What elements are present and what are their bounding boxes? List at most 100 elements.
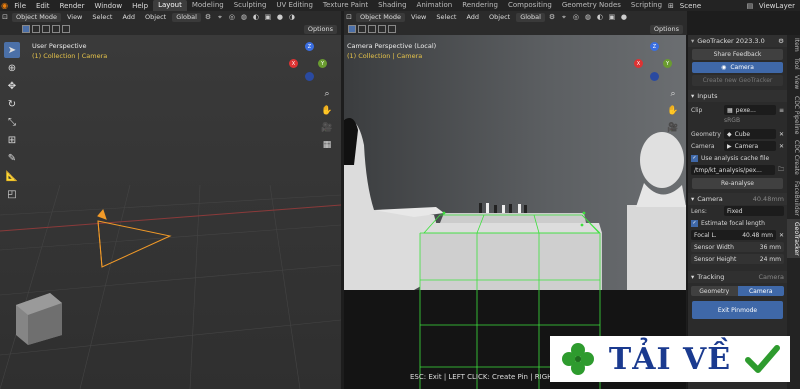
select-extend-icon[interactable] — [358, 25, 366, 33]
settings-gear-icon[interactable]: ⚙ — [778, 37, 784, 45]
tab-geometry-nodes[interactable]: Geometry Nodes — [557, 0, 626, 11]
tab-rendering[interactable]: Rendering — [457, 0, 503, 11]
clear-x-icon[interactable]: ✕ — [779, 143, 784, 150]
inputs-header[interactable]: ▾ Inputs — [688, 90, 787, 102]
visibility-icon[interactable]: ◍ — [583, 13, 593, 22]
cache-path-field[interactable]: /tmp/kt_analysis/pex... — [691, 165, 775, 175]
camera-section-header[interactable]: ▾ Camera 40.48mm — [688, 193, 787, 205]
lens-dropdown[interactable]: Fixed — [724, 206, 784, 216]
mode-dropdown[interactable]: Object Mode — [12, 12, 61, 22]
sensor-width-field[interactable]: Sensor Width 36 mm — [691, 242, 784, 252]
shading-solid-icon[interactable]: ● — [619, 13, 629, 22]
zoom-icon[interactable]: ⌕ — [666, 87, 680, 101]
mode-dropdown[interactable]: Object Mode — [356, 12, 405, 22]
menu-view[interactable]: View — [63, 13, 86, 21]
move-tool-icon[interactable]: ✥ — [4, 78, 20, 94]
axis-neg-z[interactable] — [305, 72, 314, 81]
pivot-icon[interactable]: ⚙ — [203, 13, 213, 22]
overlay-icon[interactable]: ◐ — [251, 13, 261, 22]
select-extend-icon[interactable] — [32, 25, 40, 33]
select-new-icon[interactable] — [348, 25, 356, 33]
share-feedback-button[interactable]: Share Feedback — [692, 49, 783, 60]
nav-gizmo[interactable]: Z X Y — [633, 42, 673, 82]
clip-field[interactable]: ▦ pexe... — [724, 105, 776, 115]
axis-neg-z[interactable] — [650, 72, 659, 81]
camera-view-icon[interactable]: 🎥 — [666, 121, 680, 135]
tab-texture-paint[interactable]: Texture Paint — [318, 0, 373, 11]
collapse-icon[interactable]: ▾ — [691, 37, 694, 45]
reanalyse-button[interactable]: Re-analyse — [692, 178, 783, 189]
axis-z[interactable]: Z — [650, 42, 659, 51]
clear-x-icon[interactable]: ✕ — [779, 232, 784, 239]
tab-geotracker[interactable]: GeoTracker — [787, 218, 800, 259]
transform-tool-icon[interactable]: ⊞ — [4, 132, 20, 148]
pan-hand-icon[interactable]: ✋ — [666, 104, 680, 118]
axis-y[interactable]: Y — [318, 59, 327, 68]
cache-checkbox[interactable]: ✓ — [691, 154, 698, 162]
focal-field[interactable]: Focal L. 40.48 mm — [691, 230, 776, 240]
tab-compositing[interactable]: Compositing — [503, 0, 557, 11]
orientation-dropdown[interactable]: Global — [516, 12, 545, 22]
sensor-height-field[interactable]: Sensor Height 24 mm — [691, 254, 784, 264]
menu-view[interactable]: View — [407, 13, 430, 21]
snap-icon[interactable]: ⌖ — [559, 13, 569, 22]
proportional-icon[interactable]: ◎ — [227, 13, 237, 22]
list-icon[interactable]: ≡ — [779, 107, 784, 114]
pivot-icon[interactable]: ⚙ — [547, 13, 557, 22]
xray-icon[interactable]: ▣ — [607, 13, 617, 22]
menu-add[interactable]: Add — [118, 13, 139, 21]
tab-facebuilder[interactable]: FaceBuilder — [787, 178, 800, 219]
eye-icon[interactable]: ◉ — [721, 64, 726, 71]
pan-hand-icon[interactable]: ✋ — [320, 104, 334, 118]
zoom-icon[interactable]: ⌕ — [320, 87, 334, 101]
grid-view-icon[interactable]: ▦ — [320, 138, 334, 152]
clear-x-icon[interactable]: ✕ — [779, 131, 784, 138]
scene-icon[interactable]: ⊞ — [667, 1, 675, 10]
track-camera-button[interactable]: Camera — [737, 286, 784, 296]
tab-item[interactable]: Item — [787, 35, 800, 55]
menu-object[interactable]: Object — [141, 13, 170, 21]
axis-z[interactable]: Z — [305, 42, 314, 51]
blender-logo-icon[interactable]: ◉ — [0, 0, 9, 11]
visibility-icon[interactable]: ◍ — [239, 13, 249, 22]
tab-scripting[interactable]: Scripting — [626, 0, 667, 11]
track-geometry-button[interactable]: Geometry — [691, 286, 738, 296]
axis-x[interactable]: X — [289, 59, 298, 68]
menu-select[interactable]: Select — [432, 13, 460, 21]
editor-type-icon[interactable]: ⊡ — [344, 13, 354, 22]
tab-modeling[interactable]: Modeling — [187, 0, 229, 11]
menu-file[interactable]: File — [9, 2, 31, 10]
exit-pinmode-button[interactable]: Exit Pinmode — [692, 301, 783, 319]
tab-animation[interactable]: Animation — [412, 0, 458, 11]
scale-tool-icon[interactable]: ⤡ — [4, 114, 20, 130]
options-button[interactable]: Options — [649, 24, 683, 34]
xray-icon[interactable]: ▣ — [263, 13, 273, 22]
geotracker-camera-button[interactable]: ◉ Camera — [692, 62, 783, 73]
axis-x[interactable]: X — [634, 59, 643, 68]
axis-y[interactable]: Y — [663, 59, 672, 68]
view-layer-name[interactable]: ViewLayer — [754, 2, 800, 10]
snap-icon[interactable]: ⌖ — [215, 13, 225, 22]
camera-view-icon[interactable]: 🎥 — [320, 121, 334, 135]
clip-colorspace[interactable]: sRGB — [724, 117, 740, 124]
rotate-tool-icon[interactable]: ↻ — [4, 96, 20, 112]
menu-edit[interactable]: Edit — [31, 2, 55, 10]
camera-field[interactable]: ▶ Camera — [724, 141, 776, 151]
proportional-icon[interactable]: ◎ — [571, 13, 581, 22]
tab-layout[interactable]: Layout — [153, 0, 187, 11]
scene-name[interactable]: Scene — [675, 2, 706, 10]
select-subtract-icon[interactable] — [42, 25, 50, 33]
folder-icon[interactable]: 🗀 — [778, 165, 784, 175]
orientation-dropdown[interactable]: Global — [172, 12, 201, 22]
overlay-icon[interactable]: ◐ — [595, 13, 605, 22]
nav-gizmo[interactable]: Z X Y — [288, 42, 328, 82]
shading-solid-icon[interactable]: ● — [275, 13, 285, 22]
tab-tool[interactable]: Tool — [787, 55, 800, 73]
left-viewport[interactable]: User Perspective (1) Collection | Camera… — [0, 35, 341, 389]
tab-view[interactable]: View — [787, 72, 800, 92]
select-new-icon[interactable] — [22, 25, 30, 33]
measure-tool-icon[interactable]: 📐 — [4, 168, 20, 184]
select-tool-icon[interactable]: ➤ — [4, 42, 20, 58]
editor-type-icon[interactable]: ⊡ — [0, 13, 10, 22]
select-intersect-icon[interactable] — [62, 25, 70, 33]
